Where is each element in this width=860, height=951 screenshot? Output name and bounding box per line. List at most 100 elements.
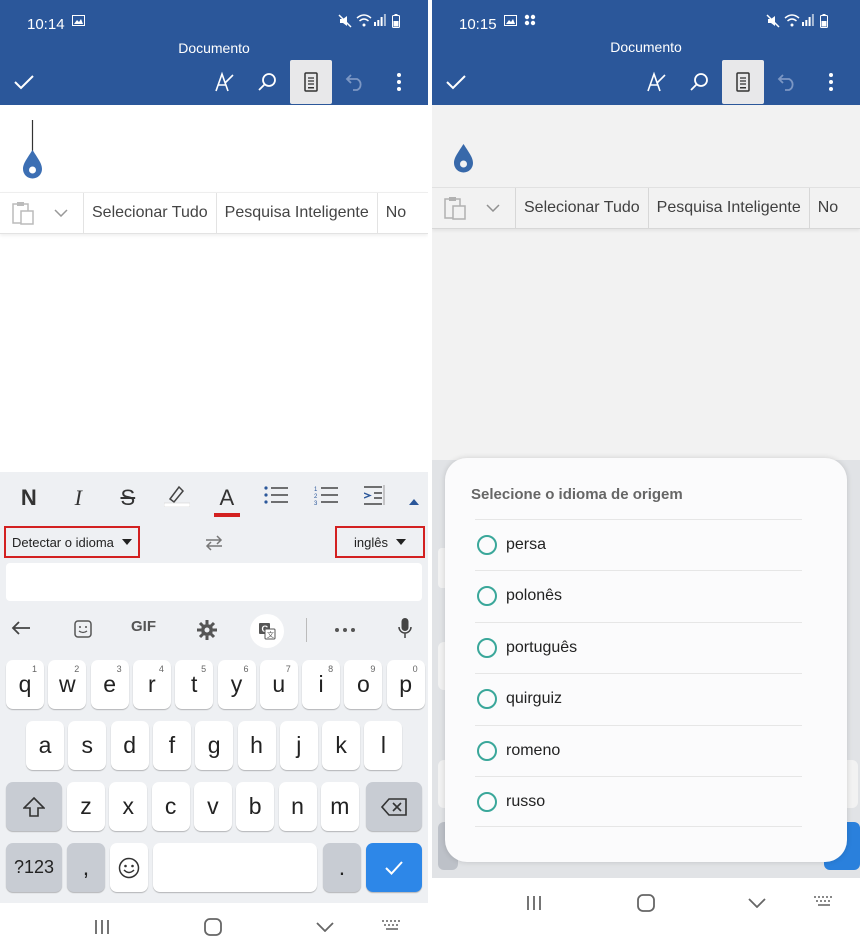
language-option[interactable]: português xyxy=(475,622,802,673)
check-button[interactable] xyxy=(3,60,45,104)
translate-input[interactable] xyxy=(6,563,422,601)
undo-button[interactable] xyxy=(766,60,808,104)
reading-mode-button[interactable] xyxy=(290,60,332,104)
key-x[interactable]: x xyxy=(109,782,148,831)
backspace-key[interactable] xyxy=(366,782,422,831)
key-g[interactable]: g xyxy=(195,721,234,770)
bullet-list-button[interactable] xyxy=(252,485,302,511)
reading-mode-icon xyxy=(304,72,318,92)
key-k[interactable]: k xyxy=(322,721,361,770)
numbered-list-button[interactable]: 123 xyxy=(301,485,351,511)
back-chevron-icon[interactable] xyxy=(316,922,334,932)
check-button[interactable] xyxy=(435,60,477,104)
undo-button[interactable] xyxy=(334,60,376,104)
key-hint: 4 xyxy=(158,664,164,674)
key-p[interactable]: p0 xyxy=(386,660,425,709)
back-chevron-icon[interactable] xyxy=(748,898,766,908)
key-o[interactable]: o9 xyxy=(344,660,383,709)
bold-button[interactable]: N xyxy=(4,485,54,511)
gear-icon[interactable] xyxy=(197,620,217,640)
more-button[interactable] xyxy=(378,60,420,104)
key-z[interactable]: z xyxy=(67,782,105,831)
period-key[interactable]: . xyxy=(323,843,361,892)
smart-lookup-item[interactable]: Pesquisa Inteligente xyxy=(217,193,378,233)
more-context-item[interactable]: No xyxy=(378,193,414,233)
check-icon xyxy=(14,75,34,90)
sticker-icon[interactable] xyxy=(74,620,92,638)
swap-icon[interactable] xyxy=(204,535,224,551)
key-y[interactable]: y6 xyxy=(217,660,256,709)
key-w[interactable]: w2 xyxy=(48,660,87,709)
shift-key[interactable] xyxy=(6,782,62,831)
svg-text:2: 2 xyxy=(314,494,318,500)
mic-icon[interactable] xyxy=(398,618,412,640)
translate-button[interactable]: G文 xyxy=(250,614,284,648)
symbols-key[interactable]: ?123 xyxy=(6,843,62,892)
chevron-down-icon xyxy=(54,209,68,217)
keyboard-switch-icon[interactable] xyxy=(814,896,836,910)
search-button[interactable] xyxy=(678,60,720,104)
key-label: g xyxy=(207,732,221,758)
key-b[interactable]: b xyxy=(236,782,275,831)
key-q[interactable]: q1 xyxy=(6,660,44,709)
more-horizontal-icon[interactable] xyxy=(335,628,355,632)
italic-button[interactable]: I xyxy=(54,485,104,511)
language-option[interactable]: quirguiz xyxy=(475,673,802,724)
recent-apps-icon[interactable] xyxy=(526,896,542,910)
space-key[interactable] xyxy=(153,843,317,892)
language-option[interactable]: russo xyxy=(475,776,802,827)
target-language-dropdown[interactable]: inglês xyxy=(335,526,425,558)
key-h[interactable]: h xyxy=(237,721,276,770)
language-option[interactable]: persa xyxy=(475,519,802,570)
chevron-up-icon xyxy=(409,499,420,505)
collapse-format-button[interactable] xyxy=(400,485,428,511)
back-arrow-icon[interactable] xyxy=(11,620,31,636)
reading-mode-button[interactable] xyxy=(722,60,764,104)
indent-button[interactable] xyxy=(351,485,401,511)
key-e[interactable]: e3 xyxy=(90,660,129,709)
key-v[interactable]: v xyxy=(193,782,232,831)
key-n[interactable]: n xyxy=(278,782,317,831)
draw-button[interactable] xyxy=(203,60,245,104)
search-icon xyxy=(690,73,708,91)
home-icon[interactable] xyxy=(637,894,655,912)
more-button[interactable] xyxy=(810,60,852,104)
language-option[interactable]: romeno xyxy=(475,725,802,776)
key-d[interactable]: d xyxy=(110,721,149,770)
search-button[interactable] xyxy=(246,60,288,104)
key-m[interactable]: m xyxy=(320,782,359,831)
paste-button[interactable] xyxy=(0,193,84,233)
highlight-button[interactable] xyxy=(153,483,203,513)
undo-icon xyxy=(345,74,362,91)
app-header: 10:15 Documento xyxy=(432,0,860,105)
key-label: b xyxy=(248,793,262,819)
source-language-dropdown[interactable]: Detectar o idioma xyxy=(4,526,140,558)
pen-icon xyxy=(647,71,666,92)
key-j[interactable]: j xyxy=(279,721,318,770)
key-r[interactable]: r4 xyxy=(132,660,171,709)
key-f[interactable]: f xyxy=(152,721,191,770)
language-option[interactable]: polonês xyxy=(475,570,802,621)
key-l[interactable]: l xyxy=(364,721,403,770)
key-label: e xyxy=(103,671,116,697)
strike-button[interactable]: S xyxy=(103,485,153,511)
navigation-bar xyxy=(0,903,428,951)
select-all-item[interactable]: Selecionar Tudo xyxy=(84,193,217,233)
keyboard-switch-icon[interactable] xyxy=(382,920,404,934)
text-cursor-handle[interactable] xyxy=(22,120,44,180)
comma-key[interactable]: , xyxy=(67,843,105,892)
gif-button[interactable]: GIF xyxy=(131,618,156,635)
recent-apps-icon[interactable] xyxy=(94,920,110,934)
font-color-button[interactable]: A xyxy=(202,485,252,517)
key-s[interactable]: s xyxy=(68,721,107,770)
draw-button[interactable] xyxy=(635,60,677,104)
key-c[interactable]: c xyxy=(151,782,190,831)
home-icon[interactable] xyxy=(204,918,222,936)
key-i[interactable]: i8 xyxy=(302,660,341,709)
enter-key[interactable] xyxy=(366,843,422,892)
key-t[interactable]: t5 xyxy=(175,660,214,709)
emoji-key[interactable] xyxy=(110,843,148,892)
key-u[interactable]: u7 xyxy=(259,660,298,709)
key-a[interactable]: a xyxy=(26,721,64,770)
status-time: 10:14 xyxy=(27,16,65,33)
